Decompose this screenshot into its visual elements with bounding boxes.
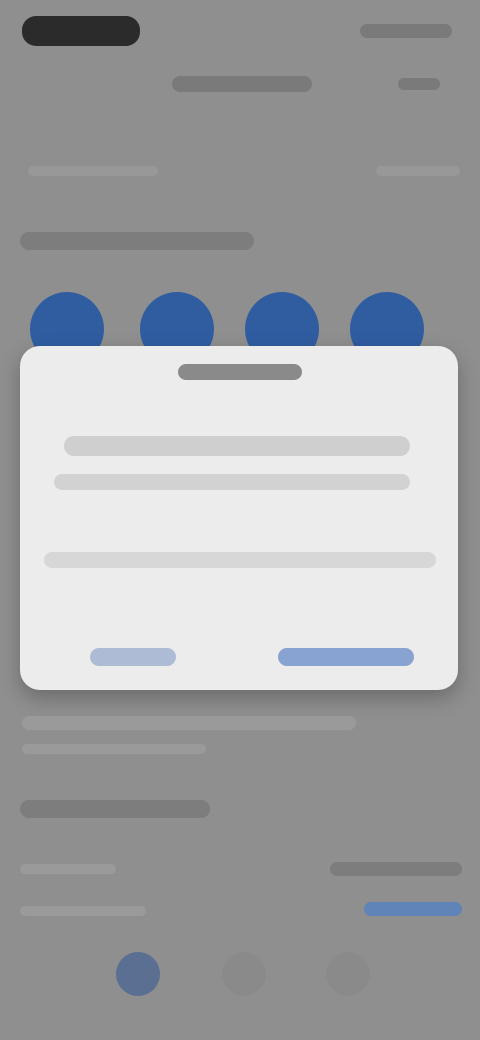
- status-time: [22, 16, 140, 46]
- section-title-1: [20, 232, 254, 250]
- status-icons: [360, 24, 452, 38]
- description-line-1: [22, 716, 356, 730]
- tab-home-label: [116, 952, 117, 953]
- cancel-button[interactable]: [90, 648, 176, 666]
- tab-profile[interactable]: [326, 952, 370, 996]
- top-row-label: [28, 166, 158, 176]
- confirm-button[interactable]: [278, 648, 414, 666]
- status-right-text: [360, 24, 361, 25]
- tab-home[interactable]: [116, 952, 160, 996]
- info-row-2-link[interactable]: [364, 902, 462, 916]
- circle-item-4-label: [350, 292, 351, 293]
- modal-dialog: [20, 346, 458, 690]
- page-title: [172, 76, 312, 92]
- page-title-text: [172, 76, 173, 77]
- header-action-button[interactable]: [398, 78, 440, 90]
- description-line-1-text: [22, 716, 23, 717]
- circle-item-1-label: [30, 292, 31, 293]
- section-title-2: [20, 800, 210, 818]
- section-title-2-text: [20, 800, 21, 801]
- modal-message-line: [64, 436, 410, 456]
- top-row-value-text: [376, 166, 377, 167]
- tab-profile-label: [326, 952, 327, 953]
- status-left-text: [22, 16, 23, 17]
- modal-message-text: [64, 436, 65, 437]
- modal-title: [178, 364, 302, 380]
- modal-title-text: [178, 364, 179, 365]
- info-row-1-label-text: [20, 864, 21, 865]
- header-action-text: [398, 78, 399, 79]
- info-row-2-label-text: [20, 906, 21, 907]
- tab-search-label: [222, 952, 223, 953]
- circle-item-3-label: [245, 292, 246, 293]
- cancel-button-label: [90, 648, 91, 649]
- confirm-button-label: [278, 648, 279, 649]
- info-row-1-value-text: [330, 862, 331, 863]
- modal-secondary-message-text: [44, 552, 45, 553]
- description-line-2: [22, 744, 206, 754]
- info-row-1-value: [330, 862, 462, 876]
- top-row-value[interactable]: [376, 166, 460, 176]
- circle-item-2-label: [140, 292, 141, 293]
- modal-message-line-2: [54, 474, 410, 490]
- tab-search[interactable]: [222, 952, 266, 996]
- modal-secondary-message: [44, 552, 436, 568]
- top-row-label-text: [28, 166, 29, 167]
- info-row-2-link-text: [364, 902, 365, 903]
- info-row-2-label: [20, 906, 146, 916]
- description-line-2-text: [22, 744, 23, 745]
- info-row-1-label: [20, 864, 116, 874]
- section-title-1-text: [20, 232, 21, 233]
